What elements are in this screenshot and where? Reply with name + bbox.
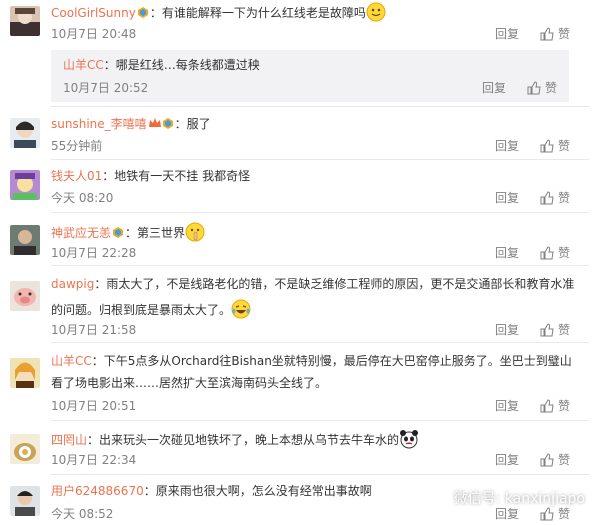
timestamp: 10月7日 20:52 (63, 81, 149, 95)
badge-icon (112, 226, 124, 239)
username[interactable]: 用户624886670 (51, 484, 144, 498)
thumbs-up-icon (540, 507, 554, 521)
username[interactable]: 山羊CC (63, 58, 104, 72)
comment-text: ：原来雨也很大啊，怎么没有经常出事故啊 (143, 484, 372, 498)
divider (51, 265, 589, 266)
reply-button[interactable]: 回复 (482, 80, 506, 96)
username[interactable]: 神武应无恙 (51, 226, 111, 240)
timestamp: 10月7日 20:48 (51, 27, 137, 41)
like-button[interactable]: 赞 (540, 506, 570, 522)
thumbs-up-icon (540, 246, 554, 260)
like-button[interactable]: 赞 (527, 80, 557, 96)
reply-button[interactable]: 回复 (495, 245, 519, 261)
comment-text: ：第三世界 (125, 226, 186, 240)
username[interactable]: 山羊CC (51, 354, 92, 368)
username[interactable]: 四罔山 (51, 433, 87, 447)
like-button[interactable]: 赞 (540, 245, 570, 261)
timestamp: 55分钟前 (51, 139, 103, 153)
wechat-icon (423, 488, 448, 508)
like-label: 赞 (558, 323, 571, 337)
divider (51, 342, 589, 343)
thumbs-up-icon (540, 27, 554, 41)
timestamp: 10月7日 21:58 (51, 323, 137, 337)
comment-text: ：有谁能解释一下为什么红线老是故障吗 (149, 6, 366, 20)
comment-text: ：下午5点多从Orchard往Bishan坐就特别慢，最后停在大巴窑停止服务了。… (91, 354, 572, 368)
avatar[interactable] (10, 225, 40, 255)
avatar[interactable] (10, 6, 40, 36)
avatar[interactable] (10, 358, 40, 388)
like-button[interactable]: 赞 (540, 138, 570, 154)
laugh-cry-emoji-icon (231, 299, 251, 324)
like-label: 赞 (558, 191, 571, 205)
comment-text: ：哪是红线…每条线都遭过秧 (103, 58, 260, 72)
like-label: 赞 (558, 246, 571, 260)
reply-button[interactable]: 回复 (495, 26, 519, 42)
username[interactable]: 钱夫人01 (51, 169, 102, 183)
comment-text: ：雨太大了，不是线路老化的错，不是缺乏维修工程师的原因，更不是交通部长和教育水准 (94, 277, 575, 291)
divider (51, 212, 589, 213)
like-label: 赞 (558, 27, 571, 41)
comment-text: ：出来玩头一次碰见地铁坏了，晚上本想从乌节去牛车水的 (87, 433, 400, 447)
like-label: 赞 (558, 453, 571, 467)
reply-button[interactable]: 回复 (495, 322, 519, 338)
avatar[interactable] (10, 170, 40, 200)
badge-icon (137, 6, 149, 19)
shush-emoji-icon (185, 222, 205, 247)
divider (51, 420, 589, 421)
divider (51, 106, 589, 107)
username[interactable]: sunshine_李嘻嘻 (51, 117, 147, 131)
like-button[interactable]: 赞 (540, 322, 570, 338)
sub-reply-box: 山羊CC：哪是红线…每条线都遭过秧 10月7日 20:52 回复 赞 (51, 50, 569, 102)
comment-text-continued: 的问题。归根到底是暴雨太大了。 (51, 303, 232, 317)
thumbs-up-icon (540, 399, 554, 413)
reply-button[interactable]: 回复 (495, 506, 519, 522)
comment-text-continued: 看了场电影出来……居然扩大至滨海南码头全线了。 (51, 376, 328, 390)
divider (51, 474, 589, 475)
divider (51, 159, 589, 160)
watermark-text: 微信号: kanxinjiapo (453, 491, 585, 507)
timestamp: 10月7日 20:51 (51, 399, 137, 413)
like-button[interactable]: 赞 (540, 26, 570, 42)
like-label: 赞 (545, 81, 558, 95)
crown-badge-icon (148, 117, 161, 130)
timestamp: 10月7日 22:28 (51, 246, 137, 260)
avatar[interactable] (10, 281, 40, 311)
thumbs-up-icon (527, 81, 541, 95)
avatar[interactable] (10, 486, 40, 516)
like-label: 赞 (558, 507, 571, 521)
badge-icon (162, 117, 174, 130)
reply-button[interactable]: 回复 (495, 452, 519, 468)
thumbs-up-icon (540, 139, 554, 153)
like-label: 赞 (558, 139, 571, 153)
thumbs-up-icon (540, 191, 554, 205)
username[interactable]: CoolGirlSunny (51, 6, 136, 20)
smile-emoji-icon (366, 2, 386, 27)
comment-text: ：地铁有一天不挂 我都奇怪 (102, 169, 251, 183)
like-button[interactable]: 赞 (540, 398, 570, 414)
reply-button[interactable]: 回复 (495, 138, 519, 154)
timestamp: 今天 08:52 (51, 507, 114, 521)
timestamp: 10月7日 22:34 (51, 453, 137, 467)
avatar[interactable] (10, 434, 40, 464)
panda-emoji-icon (399, 429, 419, 454)
like-button[interactable]: 赞 (540, 190, 570, 206)
thumbs-up-icon (540, 323, 554, 337)
comment-text: ：服了 (174, 117, 211, 131)
avatar[interactable] (10, 118, 40, 148)
thumbs-up-icon (540, 453, 554, 467)
reply-button[interactable]: 回复 (495, 190, 519, 206)
wechat-watermark: 微信号: kanxinjiapo (423, 488, 585, 508)
like-button[interactable]: 赞 (540, 452, 570, 468)
username[interactable]: dawpig (51, 277, 94, 291)
like-label: 赞 (558, 399, 571, 413)
timestamp: 今天 08:20 (51, 191, 114, 205)
reply-button[interactable]: 回复 (495, 398, 519, 414)
